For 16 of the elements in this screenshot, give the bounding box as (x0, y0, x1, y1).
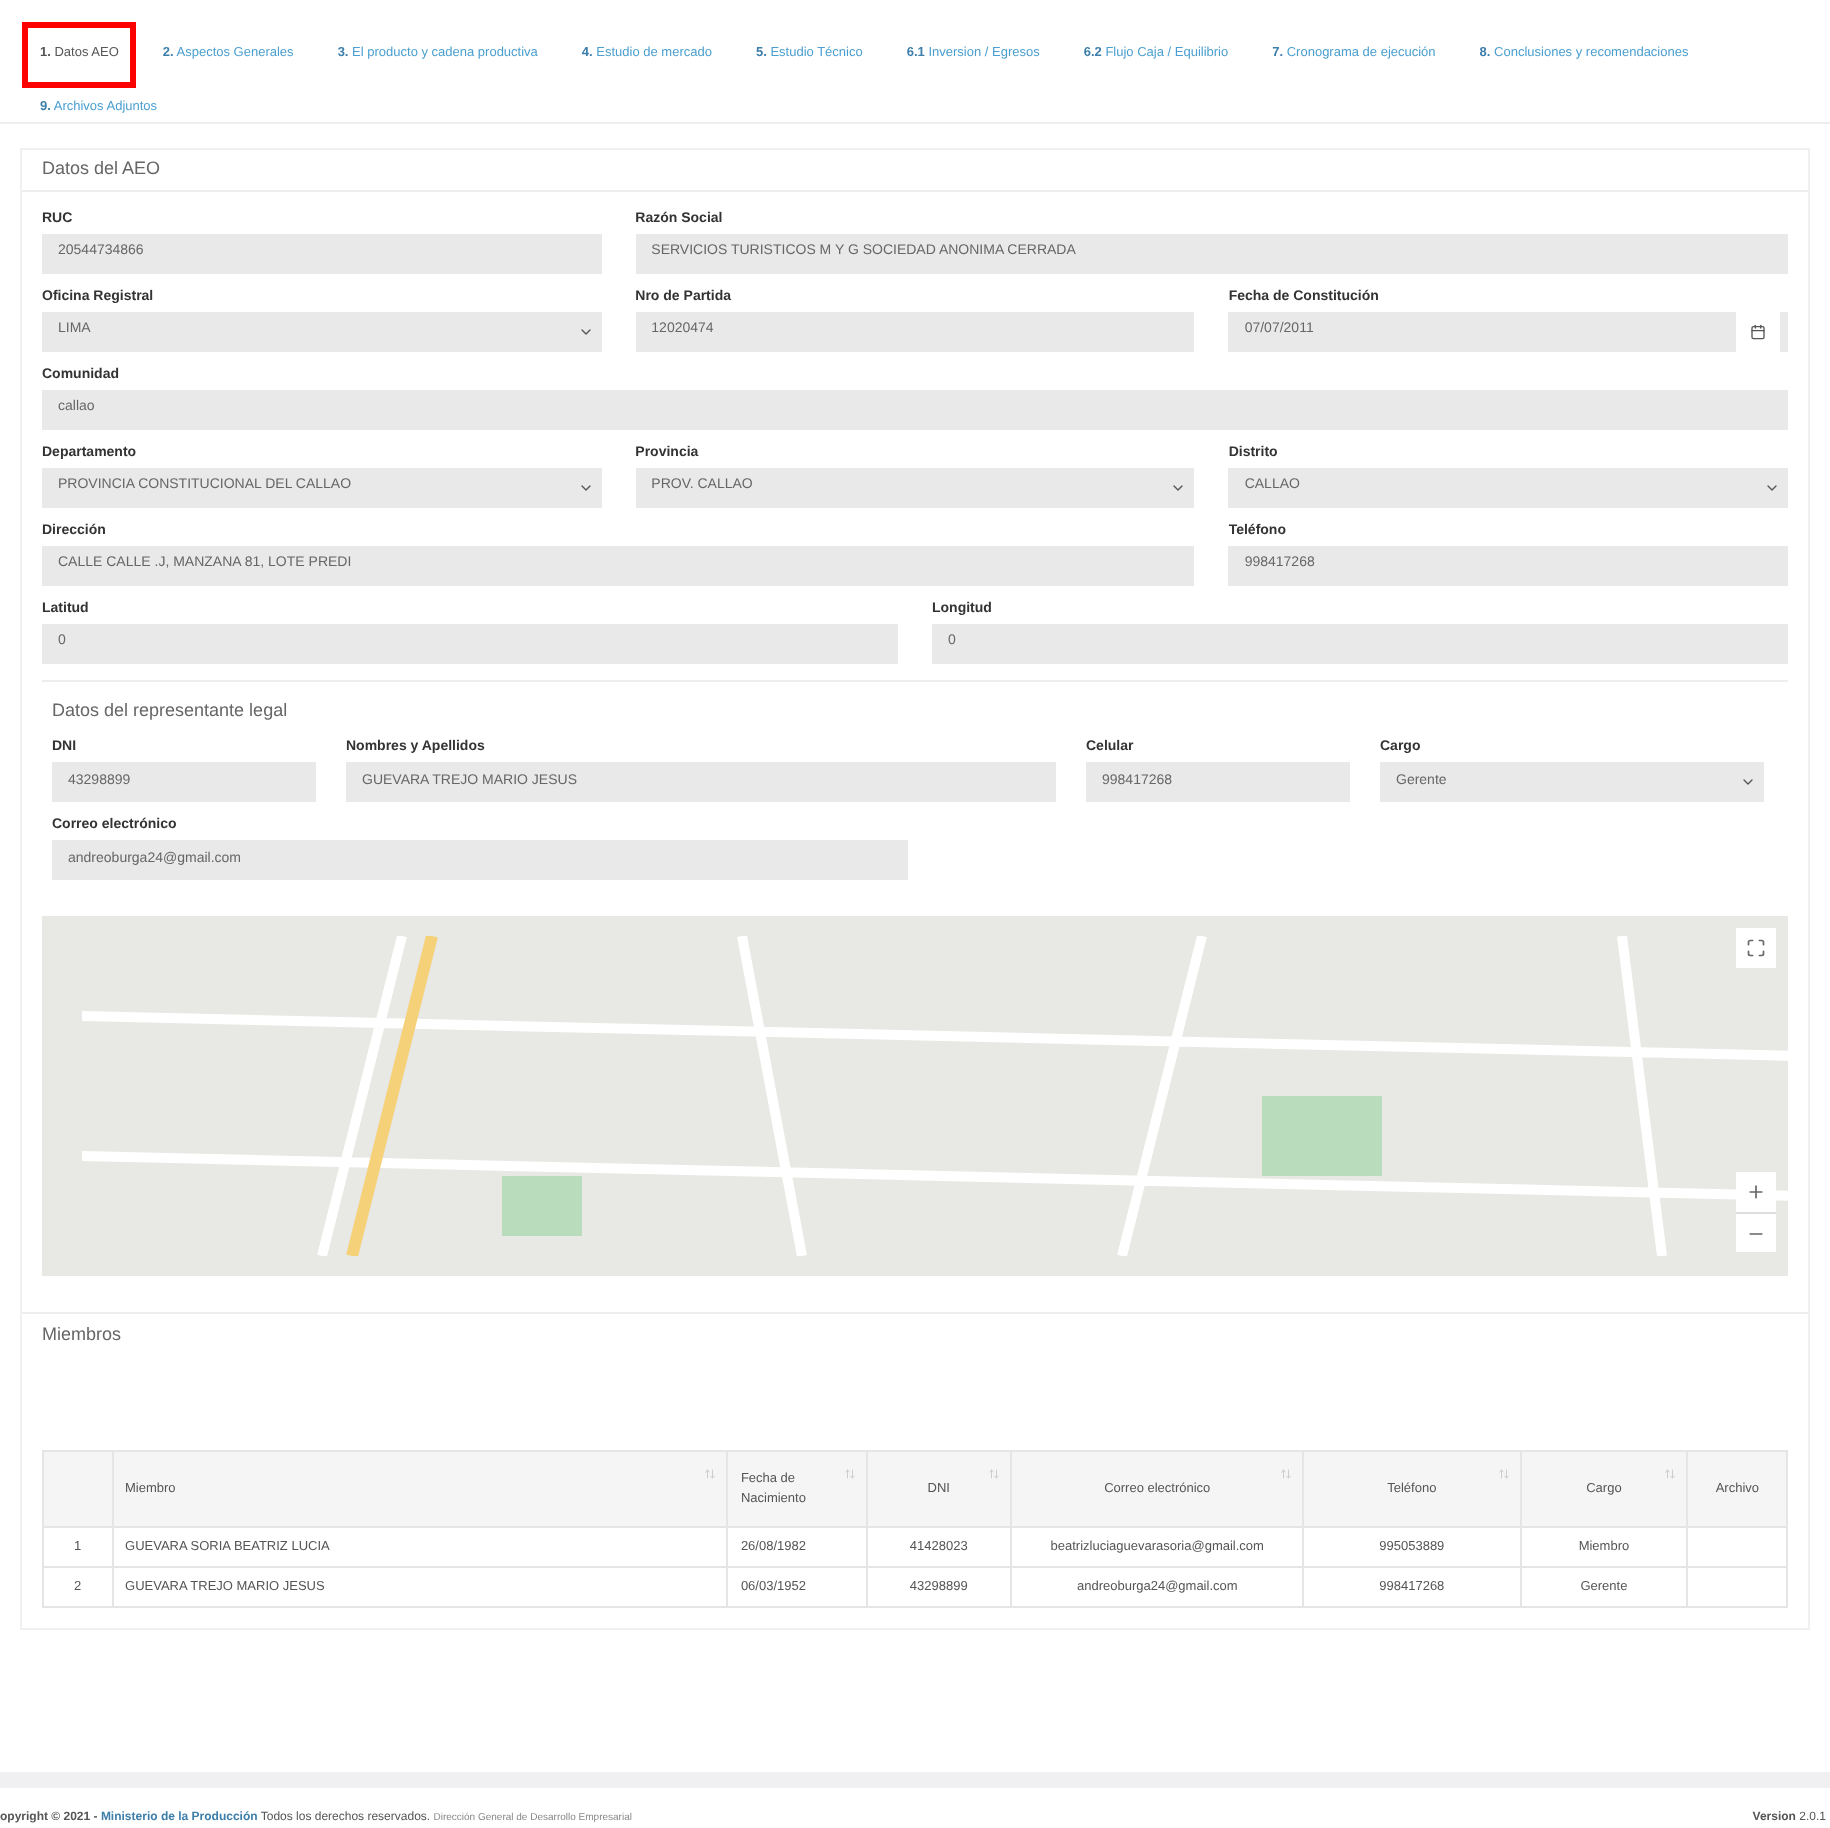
table-cell (1687, 1527, 1787, 1567)
sort-icon (1664, 1468, 1677, 1480)
sort-icon (987, 1468, 1000, 1480)
table-cell (1687, 1567, 1787, 1607)
plus-icon (1746, 1182, 1766, 1202)
section-title: Datos del AEO (22, 150, 1808, 191)
section-title: Datos del representante legal (52, 697, 290, 724)
sort-icon (1497, 1468, 1510, 1480)
section-title: Miembros (40, 1322, 124, 1348)
fullscreen-button[interactable] (1736, 928, 1776, 968)
sort-icon (843, 1468, 856, 1480)
calendar-icon (1749, 323, 1766, 339)
sort-icon (704, 1468, 717, 1480)
sort-icon (1280, 1468, 1293, 1480)
chevron-down-icon (1740, 774, 1756, 790)
fullscreen-icon (1746, 938, 1766, 958)
